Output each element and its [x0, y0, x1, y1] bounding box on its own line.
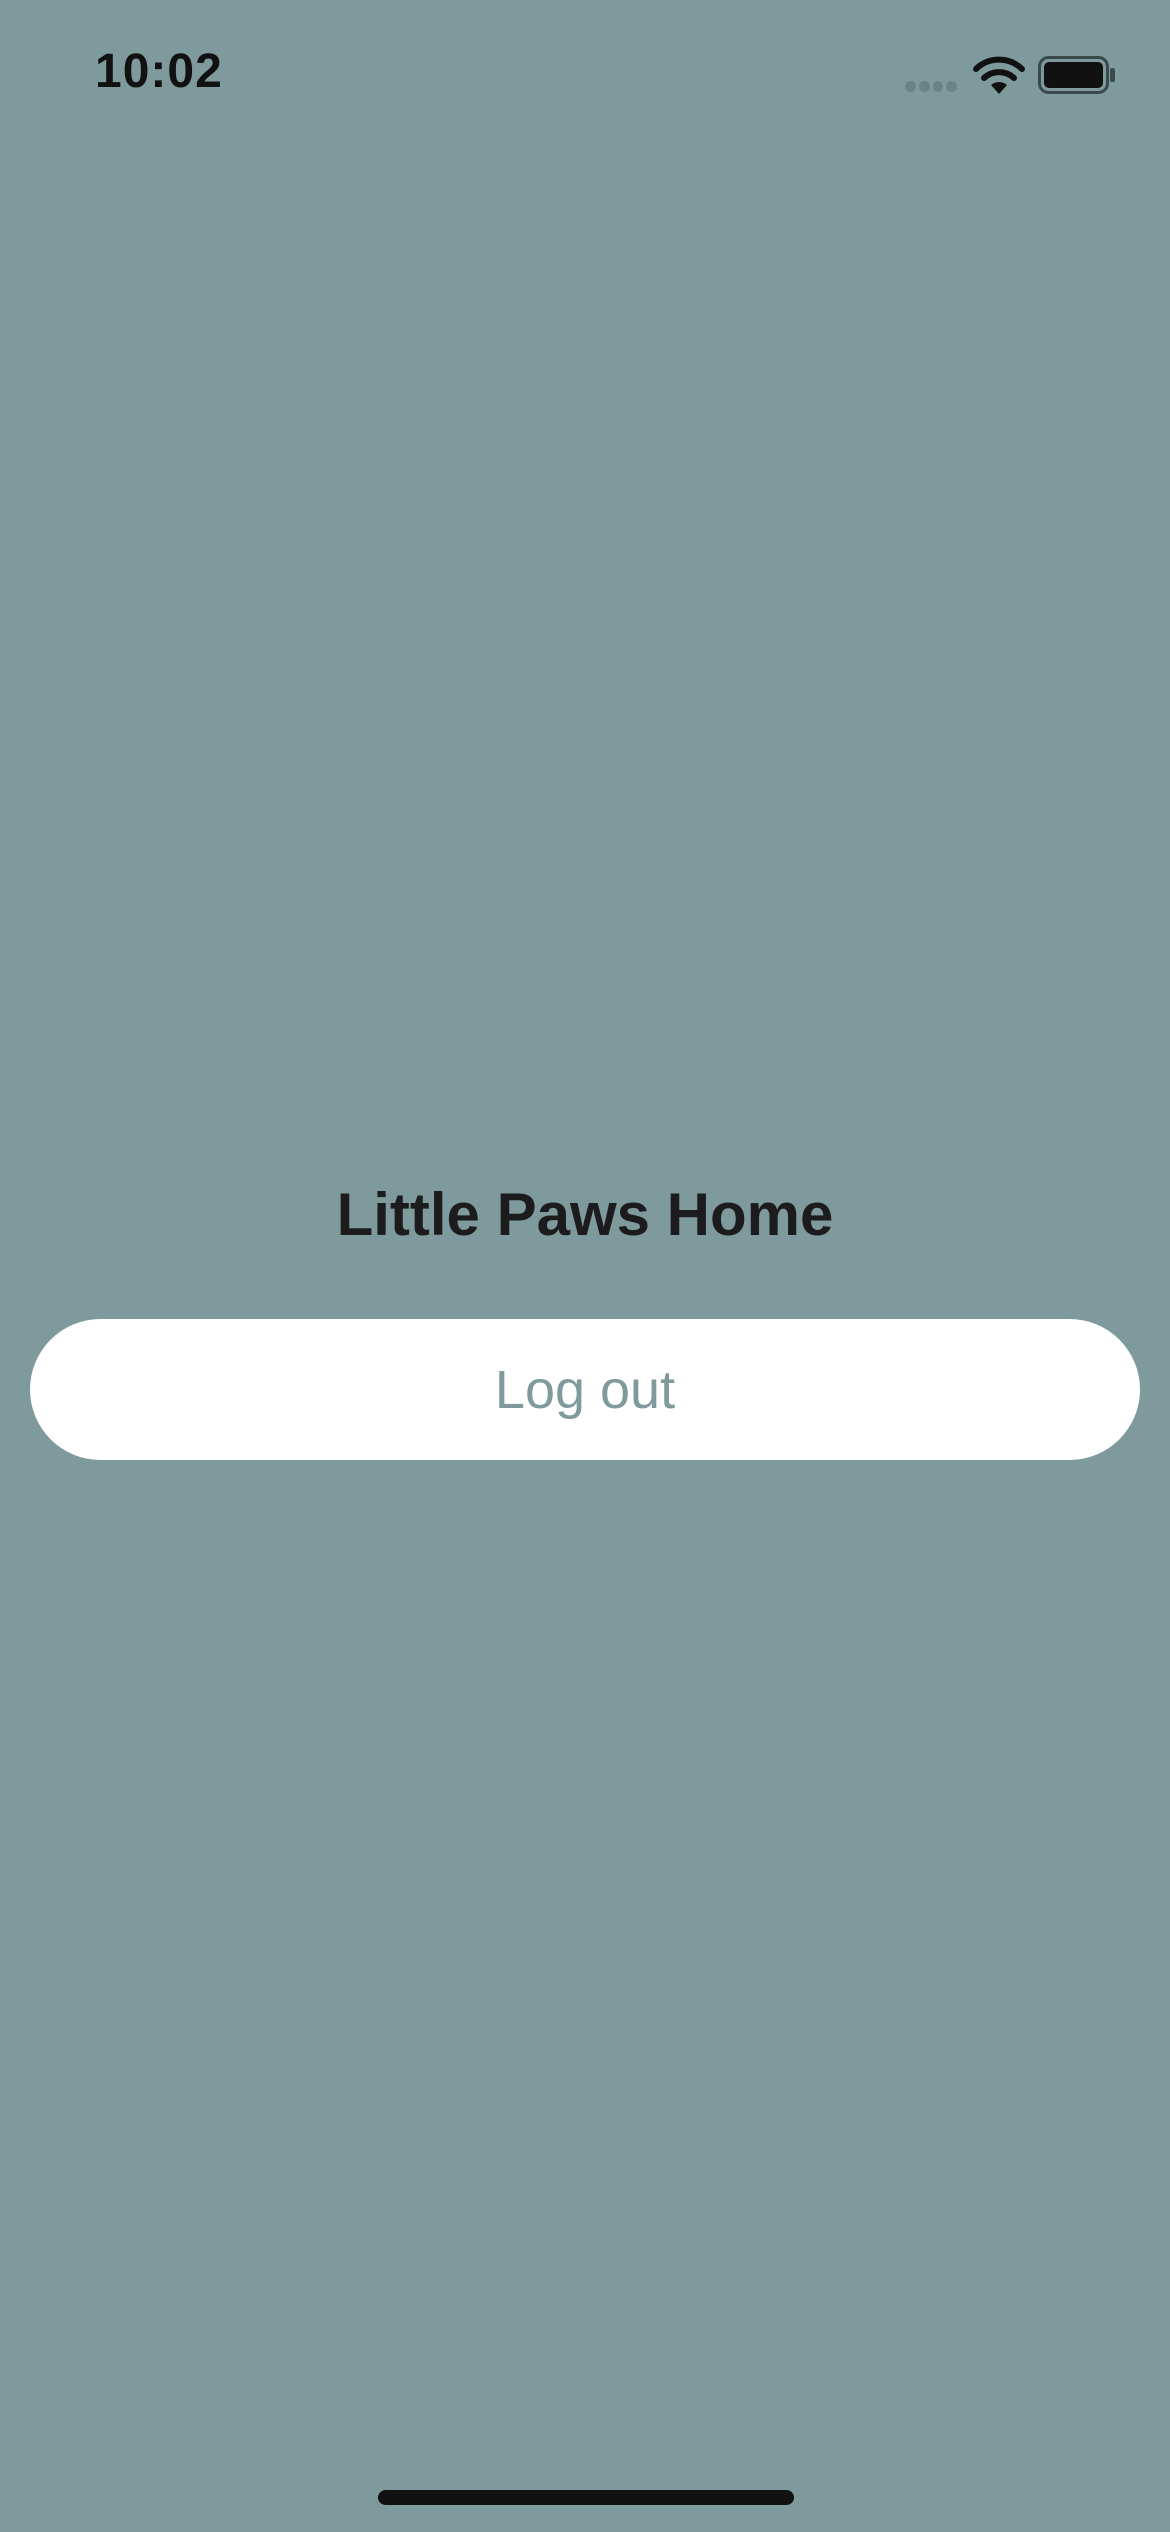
logout-button[interactable]: Log out	[30, 1319, 1140, 1460]
status-time: 10:02	[95, 45, 223, 98]
battery-icon	[1038, 56, 1115, 94]
wifi-icon	[973, 56, 1025, 94]
home-indicator[interactable]	[378, 2490, 794, 2505]
page-title: Little Paws Home	[336, 1181, 834, 1248]
signal-icon	[905, 81, 957, 93]
status-bar: 10:02	[0, 0, 1170, 150]
logout-button-label: Log out	[494, 1359, 676, 1420]
